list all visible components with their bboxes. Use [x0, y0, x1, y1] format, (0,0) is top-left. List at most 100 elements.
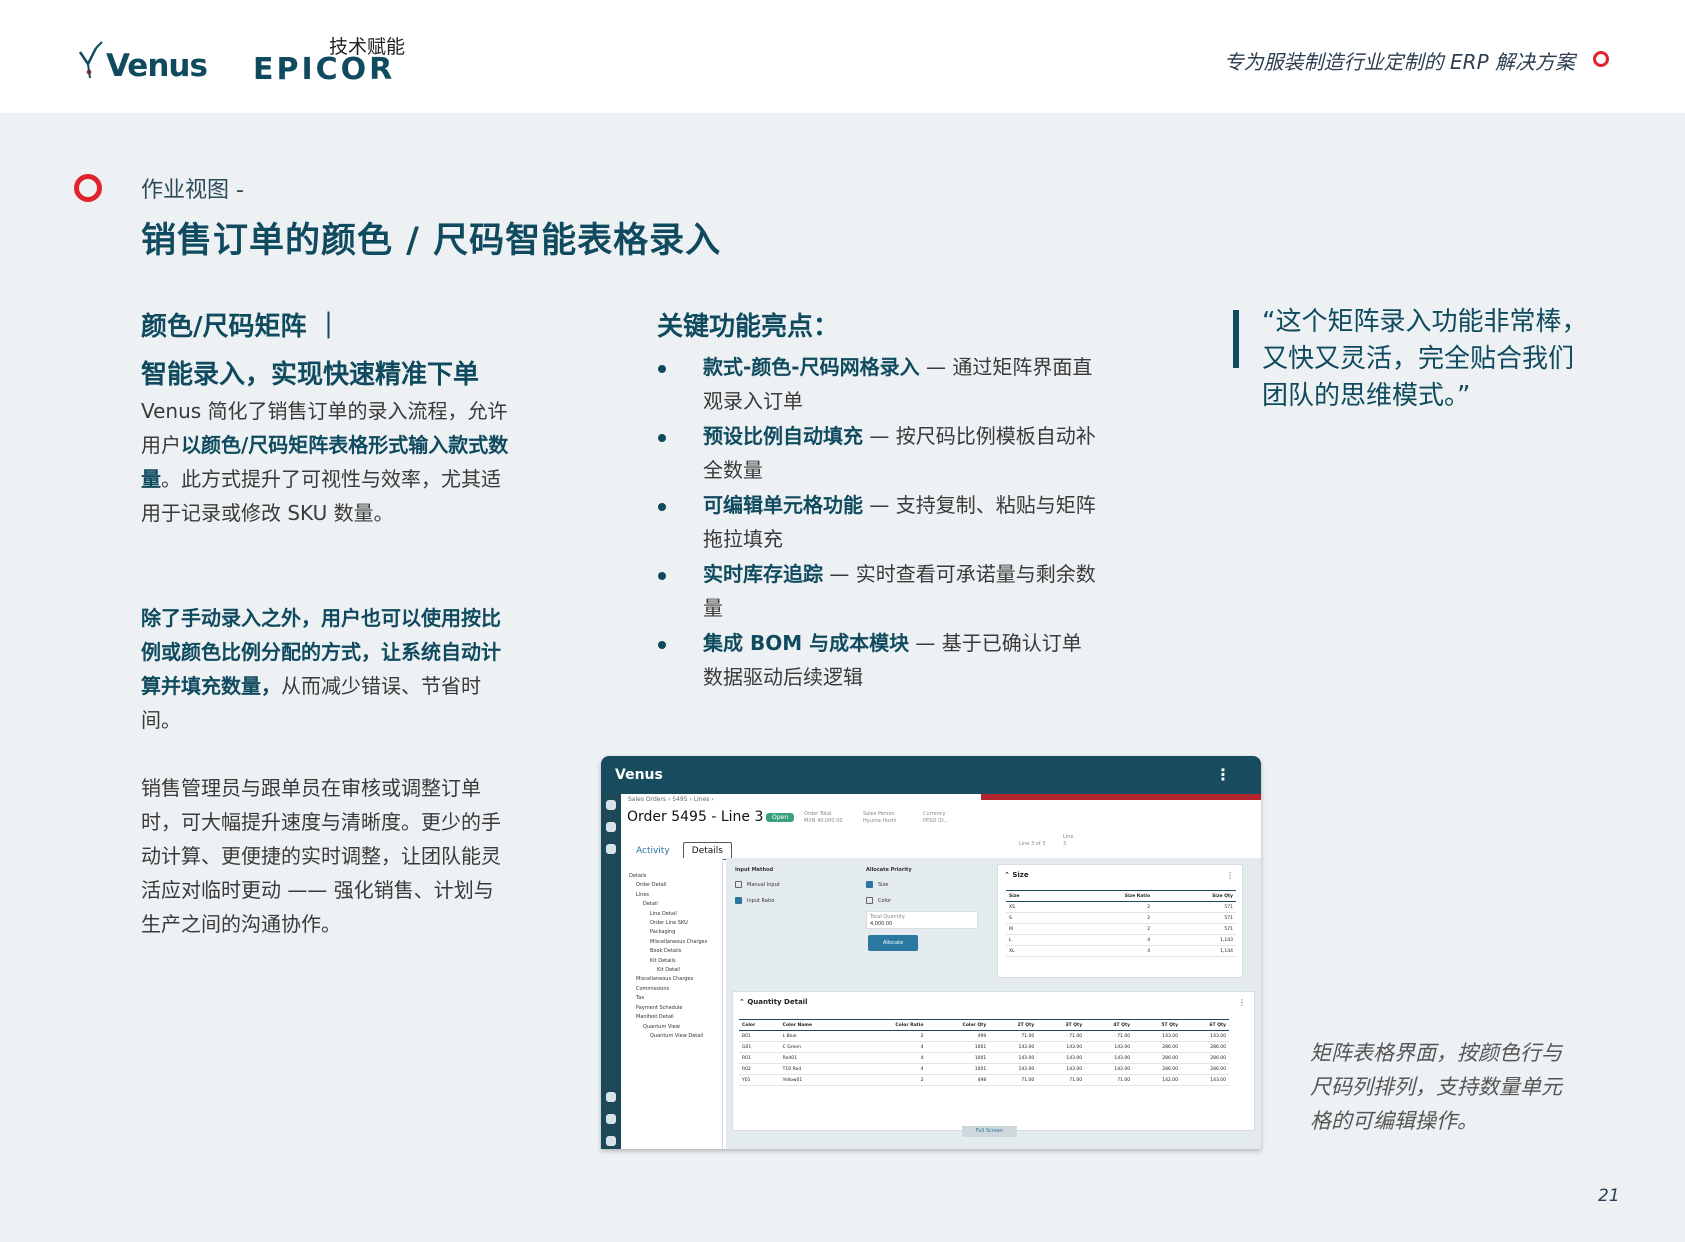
table-cell[interactable]: 143.00 — [989, 1052, 1038, 1064]
table-cell[interactable]: 143.00 — [1085, 1063, 1134, 1075]
full-screen-button[interactable]: Full Screen — [962, 1126, 1017, 1137]
table-cell[interactable]: C Green — [779, 1041, 855, 1053]
manual-input-checkbox[interactable] — [735, 881, 742, 888]
column-header[interactable]: Color Qty — [926, 1019, 990, 1031]
table-cell[interactable]: T10 Red — [779, 1063, 855, 1075]
tree-item[interactable]: Details — [623, 872, 722, 881]
tree-item[interactable]: Miscellaneous Charges — [623, 975, 722, 984]
table-cell[interactable]: 1001 — [926, 1063, 990, 1075]
tree-item[interactable]: Manifest Detail — [623, 1013, 722, 1022]
column-header[interactable]: 2T Qty — [989, 1019, 1038, 1031]
table-cell[interactable]: 4 — [854, 1063, 927, 1075]
table-cell[interactable]: Yellow01 — [779, 1074, 855, 1086]
column-header[interactable]: Size Qty — [1153, 890, 1236, 902]
table-cell[interactable]: Red01 — [779, 1052, 855, 1064]
table-row[interactable]: S 2 571 — [1006, 912, 1236, 924]
column-header[interactable]: Size — [1006, 890, 1057, 902]
line-selector[interactable]: Line 3 — [1063, 834, 1073, 848]
column-header[interactable]: Size Ratio — [1056, 890, 1154, 902]
table-cell[interactable]: 571 — [1153, 901, 1236, 913]
tree-item[interactable]: Tax — [623, 994, 722, 1003]
table-cell[interactable]: M — [1006, 923, 1057, 935]
table-row[interactable]: M 2 571 — [1006, 923, 1236, 935]
tree-item[interactable]: Packaging — [623, 928, 722, 937]
table-cell[interactable]: 71.00 — [1085, 1074, 1134, 1086]
table-cell[interactable]: R01 — [739, 1052, 780, 1064]
tree-item[interactable]: Detail — [623, 900, 722, 909]
table-cell[interactable]: 2 — [854, 1074, 927, 1086]
table-cell[interactable]: G01 — [739, 1041, 780, 1053]
column-header[interactable]: 6T Qty — [1181, 1019, 1229, 1031]
apps-icon[interactable] — [606, 844, 616, 854]
table-cell[interactable]: 286.00 — [1133, 1041, 1182, 1053]
table-cell[interactable]: 4 — [1056, 934, 1154, 946]
column-header[interactable]: Color — [739, 1019, 780, 1031]
table-cell[interactable]: L Blue — [779, 1030, 855, 1042]
table-row[interactable]: R01 Red01 4 1001 143.00 143.00 143.00 286.00 286… — [739, 1052, 1229, 1064]
size-section-title[interactable]: ⌃ Size — [1004, 871, 1029, 879]
table-cell[interactable]: 143.00 — [1085, 1052, 1134, 1064]
tree-item[interactable]: Lines — [623, 891, 722, 900]
tree-item[interactable]: Quantum View — [623, 1023, 722, 1032]
quantity-more-icon[interactable]: ⋮ — [1238, 998, 1246, 1007]
table-cell[interactable]: 4 — [854, 1041, 927, 1053]
help-icon[interactable] — [606, 1092, 616, 1102]
table-cell[interactable]: 1,144 — [1153, 945, 1236, 957]
table-cell[interactable]: 71.00 — [989, 1030, 1038, 1042]
table-cell[interactable]: L — [1006, 934, 1057, 946]
line-nav[interactable]: Line 3 of 3 — [1019, 841, 1045, 848]
table-cell[interactable]: 286.00 — [1181, 1063, 1229, 1075]
table-cell[interactable]: 143.00 — [1037, 1063, 1086, 1075]
breadcrumb[interactable]: Sales Orders › 5495 › Lines › — [628, 796, 714, 803]
table-row[interactable]: XS 2 571 — [1006, 901, 1236, 913]
tree-item[interactable]: Order Line SKU — [623, 919, 722, 928]
column-header[interactable]: 4T Qty — [1085, 1019, 1134, 1031]
table-cell[interactable]: 286.00 — [1181, 1052, 1229, 1064]
table-cell[interactable]: XL — [1006, 945, 1057, 957]
currency[interactable]: Currency PESO (D... — [923, 811, 948, 825]
quantity-section-title[interactable]: ⌃ Quantity Detail — [739, 998, 807, 1006]
column-header[interactable]: 3T Qty — [1037, 1019, 1086, 1031]
table-cell[interactable]: 571 — [1153, 923, 1236, 935]
table-cell[interactable]: XS — [1006, 901, 1057, 913]
tree-item[interactable]: Kit Details — [623, 957, 722, 966]
table-row[interactable]: L 4 1,143 — [1006, 934, 1236, 946]
table-cell[interactable]: Y01 — [739, 1074, 780, 1086]
table-cell[interactable]: 2 — [1056, 923, 1154, 935]
more-icon[interactable]: ⋮ — [1215, 765, 1231, 784]
table-cell[interactable]: 71.00 — [989, 1074, 1038, 1086]
table-row[interactable]: Y01 Yellow01 2 498 71.00 71.00 71.00 142.00 143.… — [739, 1074, 1229, 1086]
table-cell[interactable]: 143.00 — [1037, 1041, 1086, 1053]
tree-item[interactable]: Miscellaneous Charges — [623, 938, 722, 947]
table-cell[interactable]: 143.00 — [1085, 1041, 1134, 1053]
table-cell[interactable]: B01 — [739, 1030, 780, 1042]
table-cell[interactable]: 71.00 — [1037, 1030, 1086, 1042]
search-icon[interactable] — [606, 822, 616, 832]
table-cell[interactable]: 71.00 — [1085, 1030, 1134, 1042]
table-cell[interactable]: 4 — [854, 1052, 927, 1064]
table-cell[interactable]: 142.00 — [1133, 1074, 1182, 1086]
user-icon[interactable] — [606, 1136, 616, 1146]
tab-activity[interactable]: Activity — [628, 843, 678, 859]
table-cell[interactable]: R02 — [739, 1063, 780, 1075]
tree-item[interactable]: Payment Schedule — [623, 1004, 722, 1013]
size-checkbox[interactable] — [866, 881, 873, 888]
tree-item[interactable]: Quantum View Detail — [623, 1032, 722, 1041]
table-cell[interactable]: S — [1006, 912, 1057, 924]
tree-item[interactable]: Kit Detail — [623, 966, 722, 975]
table-cell[interactable]: 499 — [926, 1030, 990, 1042]
table-row[interactable]: R02 T10 Red 4 1001 143.00 143.00 143.00 286.00 2… — [739, 1063, 1229, 1075]
column-header[interactable]: Color Name — [779, 1019, 855, 1031]
tree-item[interactable]: Commissions — [623, 985, 722, 994]
table-row[interactable]: B01 L Blue 2 499 71.00 71.00 71.00 143.00 143.00 — [739, 1030, 1229, 1042]
color-checkbox[interactable] — [866, 897, 873, 904]
tree-item[interactable]: Order Detail — [623, 881, 722, 890]
table-cell[interactable]: 1001 — [926, 1041, 990, 1053]
table-row[interactable]: XL 4 1,144 — [1006, 945, 1236, 957]
table-cell[interactable]: 1001 — [926, 1052, 990, 1064]
tree-item[interactable]: Book Details — [623, 947, 722, 956]
size-more-icon[interactable]: ⋮ — [1226, 871, 1234, 880]
table-cell[interactable]: 498 — [926, 1074, 990, 1086]
table-cell[interactable]: 2 — [1056, 901, 1154, 913]
table-cell[interactable]: 71.00 — [1037, 1074, 1086, 1086]
